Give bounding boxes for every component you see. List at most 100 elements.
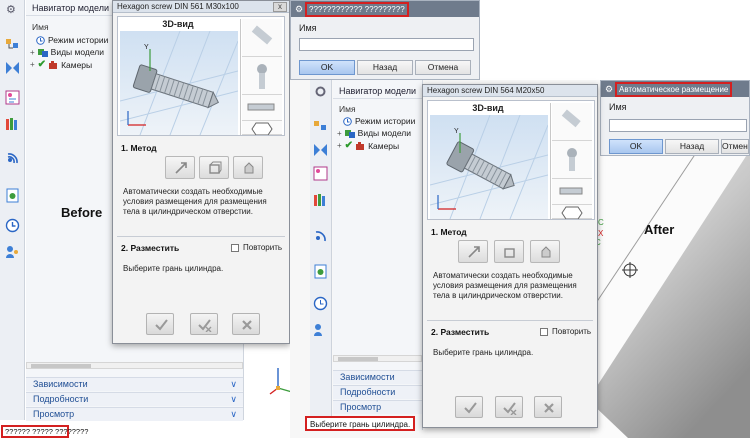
repeat-label: Повторить bbox=[243, 243, 283, 252]
back-button[interactable]: Назад bbox=[357, 60, 413, 75]
dialog-title: Hexagon screw DIN 564 M20x50 bbox=[423, 85, 597, 97]
method-manual-button[interactable] bbox=[233, 156, 263, 179]
svg-text:Y: Y bbox=[144, 44, 149, 51]
thumbnail-front-view[interactable] bbox=[552, 179, 592, 205]
history-clock-icon bbox=[343, 116, 352, 126]
dialog-title: Hexagon screw DIN 561 M30x100 bbox=[113, 1, 289, 13]
tree-item-model-views[interactable]: + Виды модели bbox=[30, 47, 104, 57]
roles-icon[interactable] bbox=[313, 322, 328, 337]
expand-plus-icon[interactable]: + bbox=[337, 141, 342, 150]
view-label: 3D-вид bbox=[162, 19, 194, 29]
method-auto-button[interactable] bbox=[165, 156, 195, 179]
history-icon[interactable] bbox=[5, 218, 20, 233]
method-box-button[interactable] bbox=[494, 240, 524, 263]
expand-plus-icon[interactable]: + bbox=[30, 48, 35, 57]
divider bbox=[427, 320, 593, 321]
gear-icon[interactable]: ⚙ bbox=[6, 3, 16, 16]
library-icon[interactable] bbox=[5, 116, 20, 131]
placement-panel-before: ⚙ ???????????? ????????? Имя OK Назад От… bbox=[290, 0, 480, 80]
expand-plus-icon[interactable]: + bbox=[337, 129, 342, 138]
3d-view-panel: 3D-вид Y bbox=[427, 100, 595, 220]
screw-3d-preview[interactable]: Y bbox=[120, 31, 238, 135]
status-bar-before: ?????? ????? ???????? bbox=[1, 425, 88, 438]
thumbnail-top-view[interactable] bbox=[552, 141, 592, 179]
screw-3d-preview[interactable]: Y bbox=[430, 115, 548, 219]
panel-header: ⚙ ???????????? ????????? bbox=[291, 1, 479, 17]
method-auto-button[interactable] bbox=[458, 240, 488, 263]
constraint-icon[interactable] bbox=[5, 60, 20, 75]
after-label: After bbox=[644, 222, 675, 237]
thumbnail-top-view[interactable] bbox=[242, 57, 282, 95]
method-section-title: 1. Метод bbox=[121, 143, 157, 153]
apply-button[interactable] bbox=[146, 313, 174, 335]
model-navigator-after: Навигатор модели Имя Режим истории + Вид… bbox=[333, 80, 423, 430]
tree-item-model-views[interactable]: + Виды модели bbox=[337, 128, 411, 138]
thumbnail-side-view[interactable] bbox=[242, 19, 282, 57]
tree-item-label: Виды модели bbox=[357, 128, 412, 138]
accordion-details[interactable]: Подробности bbox=[333, 385, 422, 399]
cancel-x-button[interactable] bbox=[232, 313, 260, 335]
navigator-title: Навигатор модели bbox=[333, 83, 422, 99]
navigator-hscrollbar[interactable] bbox=[333, 355, 422, 362]
cancel-button[interactable]: Отмена bbox=[721, 139, 749, 154]
web-browser-icon[interactable] bbox=[313, 228, 328, 243]
assembly-icon[interactable] bbox=[313, 118, 328, 133]
part-navigator-icon[interactable] bbox=[313, 166, 328, 181]
name-input[interactable] bbox=[609, 119, 747, 132]
history-icon[interactable] bbox=[313, 296, 328, 311]
palette-icon[interactable] bbox=[5, 188, 20, 203]
library-icon[interactable] bbox=[313, 192, 328, 207]
tree-item-cameras[interactable]: + ✔ Камеры bbox=[337, 140, 399, 151]
method-box-button[interactable] bbox=[199, 156, 229, 179]
constraint-icon[interactable] bbox=[313, 142, 328, 157]
divider bbox=[117, 236, 285, 237]
method-description: Автоматически создать необходимые услови… bbox=[433, 271, 577, 300]
part-navigator-icon[interactable] bbox=[5, 90, 20, 105]
name-column-header[interactable]: Имя bbox=[339, 104, 356, 114]
axis-label-x: X bbox=[598, 229, 604, 238]
cancel-button[interactable]: Отмена bbox=[415, 60, 471, 75]
thumbnail-side-view[interactable] bbox=[552, 103, 592, 141]
close-icon[interactable]: x bbox=[273, 2, 287, 12]
chevron-down-icon: ∨ bbox=[230, 409, 237, 419]
back-button[interactable]: Назад bbox=[665, 139, 719, 154]
tree-item-cameras[interactable]: + ✔ Камеры bbox=[30, 59, 92, 70]
thumbnail-hex-view[interactable] bbox=[242, 121, 282, 136]
expand-plus-icon[interactable]: + bbox=[30, 60, 35, 69]
chevron-down-icon: ∨ bbox=[230, 394, 237, 404]
accordion-dependencies[interactable]: Зависимости ∨ bbox=[26, 377, 243, 391]
tree-item-history[interactable]: Режим истории bbox=[36, 35, 108, 45]
left-vertical-toolbar: ⚙ bbox=[0, 0, 25, 420]
name-input[interactable] bbox=[299, 38, 474, 51]
thumbnail-front-view[interactable] bbox=[242, 95, 282, 121]
thumbnail-strip bbox=[550, 103, 592, 220]
cancel-x-button[interactable] bbox=[534, 396, 562, 418]
tree-item-label: Режим истории bbox=[355, 116, 416, 126]
panel-caption-before: ???????????? ????????? bbox=[305, 2, 409, 17]
apply-and-close-button[interactable] bbox=[190, 313, 218, 335]
apply-button[interactable] bbox=[455, 396, 483, 418]
camera-check-icon bbox=[49, 60, 58, 69]
accordion-preview[interactable]: Просмотр bbox=[333, 400, 422, 414]
thumbnail-hex-view[interactable] bbox=[552, 205, 592, 220]
method-manual-button[interactable] bbox=[530, 240, 560, 263]
roles-icon[interactable] bbox=[5, 244, 20, 259]
assembly-icon[interactable] bbox=[5, 36, 20, 51]
accordion-details[interactable]: Подробности ∨ bbox=[26, 392, 243, 406]
ok-button[interactable]: OK bbox=[609, 139, 663, 154]
web-browser-icon[interactable] bbox=[5, 150, 20, 165]
navigator-hscrollbar[interactable] bbox=[26, 362, 243, 369]
gear-icon[interactable] bbox=[313, 84, 328, 99]
repeat-checkbox[interactable] bbox=[540, 328, 548, 336]
accordion-preview[interactable]: Просмотр ∨ bbox=[26, 407, 243, 421]
name-column-header[interactable]: Имя bbox=[32, 22, 49, 32]
apply-and-close-button[interactable] bbox=[495, 396, 523, 418]
place-section-title: 2. Разместить bbox=[121, 243, 180, 253]
model-views-icon bbox=[37, 48, 48, 57]
accordion-dependencies[interactable]: Зависимости bbox=[333, 370, 422, 384]
tree-item-history[interactable]: Режим истории bbox=[343, 116, 415, 126]
svg-text:Y: Y bbox=[454, 128, 459, 135]
ok-button[interactable]: OK bbox=[299, 60, 355, 75]
repeat-checkbox[interactable] bbox=[231, 244, 239, 252]
palette-icon[interactable] bbox=[313, 264, 328, 279]
